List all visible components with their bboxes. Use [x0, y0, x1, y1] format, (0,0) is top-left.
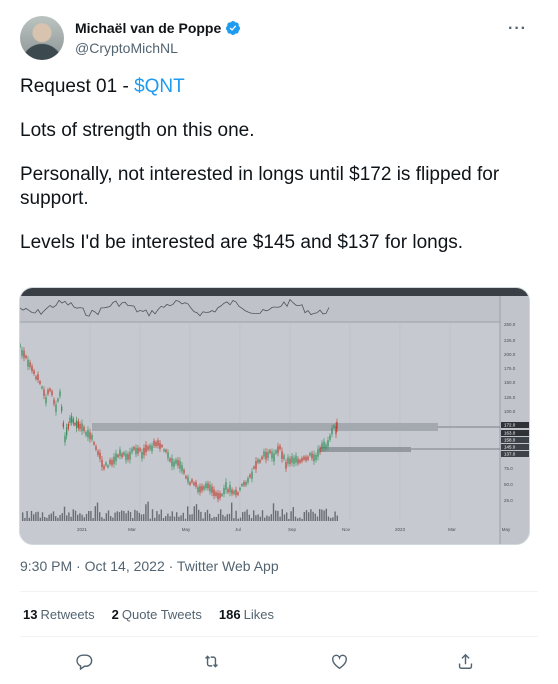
- x-tick-label: May: [182, 527, 191, 532]
- y-tick-label: 50.0: [504, 482, 513, 487]
- likes-label: Likes: [243, 607, 274, 622]
- x-tick-label: Mar: [128, 527, 136, 532]
- divider: [20, 636, 538, 637]
- author-name-row: Michaël van de Poppe: [75, 20, 241, 36]
- like-icon: [331, 654, 347, 669]
- reply-button[interactable]: [69, 646, 99, 676]
- y-tick-label: 200.0: [504, 352, 516, 357]
- price-level-label: 172.0: [504, 423, 516, 428]
- tweet-paragraph: Levels I'd be interested are $145 and $1…: [20, 232, 464, 253]
- cashtag-link[interactable]: $QNT: [134, 76, 185, 97]
- retweets-count: 13: [23, 607, 38, 622]
- tweet-text: Request 01 - $QNT Lots of strength on th…: [20, 75, 530, 275]
- tweet-title-prefix: Request 01 -: [20, 76, 135, 97]
- author-display-name[interactable]: Michaël van de Poppe: [75, 20, 221, 36]
- share-icon: [458, 653, 472, 669]
- x-tick-label: Nov: [342, 527, 351, 532]
- retweet-button[interactable]: [196, 646, 226, 676]
- likes-stat[interactable]: 186 Likes: [219, 607, 274, 622]
- retweet-icon: [204, 654, 218, 668]
- retweets-stat[interactable]: 13 Retweets: [23, 607, 95, 622]
- likes-count: 186: [218, 607, 241, 622]
- share-button[interactable]: [450, 646, 480, 676]
- x-tick-label: 2021: [77, 527, 88, 532]
- level-labels: 172.0 163.0 158.0 145.0 137.0: [501, 422, 529, 457]
- x-tick-label: May: [502, 527, 511, 532]
- price-chart: 2021 Mar May Jul Sep Nov 2023 Mar May 250.0 225.0…: [20, 288, 529, 544]
- y-tick-label: 250.0: [504, 322, 516, 327]
- price-level-label: 163.0: [504, 431, 516, 436]
- chart-image[interactable]: 2021 Mar May Jul Sep Nov 2023 Mar May 250.0 225.0…: [19, 287, 530, 545]
- more-icon[interactable]: ···: [508, 20, 527, 38]
- x-tick-label: 2023: [395, 527, 406, 532]
- x-tick-label: Sep: [288, 527, 297, 532]
- y-tick-label: 175.0: [504, 366, 516, 371]
- tweet-stats: 13 Retweets 2 Quote Tweets 186 Likes: [23, 607, 274, 622]
- quotes-count: 2: [111, 607, 119, 622]
- retweets-label: Retweets: [40, 607, 95, 622]
- y-tick-label: 25.0: [504, 498, 513, 503]
- tweet: Michaël van de Poppe @CryptoMichNL ··· R…: [0, 0, 558, 684]
- reply-icon: [75, 653, 92, 670]
- quotes-stat[interactable]: 2 Quote Tweets: [112, 607, 202, 622]
- resistance-zone: [92, 423, 438, 431]
- x-tick-label: Mar: [448, 527, 456, 532]
- avatar[interactable]: [20, 16, 64, 60]
- price-level-label: 158.0: [504, 438, 516, 443]
- verified-badge-icon: [226, 21, 241, 35]
- price-level-label: 145.0: [504, 445, 516, 450]
- tweet-timestamp[interactable]: 9:30 PM · Oct 14, 2022 · Twitter Web App: [20, 558, 279, 574]
- tweet-paragraph: Lots of strength on this one.: [20, 120, 255, 141]
- y-tick-label: 225.0: [504, 338, 516, 343]
- y-tick-label: 125.0: [504, 395, 516, 400]
- quotes-label: Quote Tweets: [121, 607, 202, 622]
- tweet-paragraph: Personally, not interested in longs unti…: [20, 164, 500, 209]
- x-tick-label: Jul: [235, 527, 241, 532]
- author-handle[interactable]: @CryptoMichNL: [75, 40, 178, 56]
- y-tick-label: 75.0: [504, 466, 513, 471]
- y-tick-label: 100.0: [504, 409, 516, 414]
- divider: [20, 591, 538, 592]
- like-button[interactable]: [324, 646, 354, 676]
- action-bar: [0, 646, 558, 676]
- price-level-label: 137.0: [504, 452, 516, 457]
- support-zone: [320, 447, 411, 452]
- tweet-title: Request 01 - $QNT: [20, 75, 530, 99]
- y-tick-label: 150.0: [504, 380, 516, 385]
